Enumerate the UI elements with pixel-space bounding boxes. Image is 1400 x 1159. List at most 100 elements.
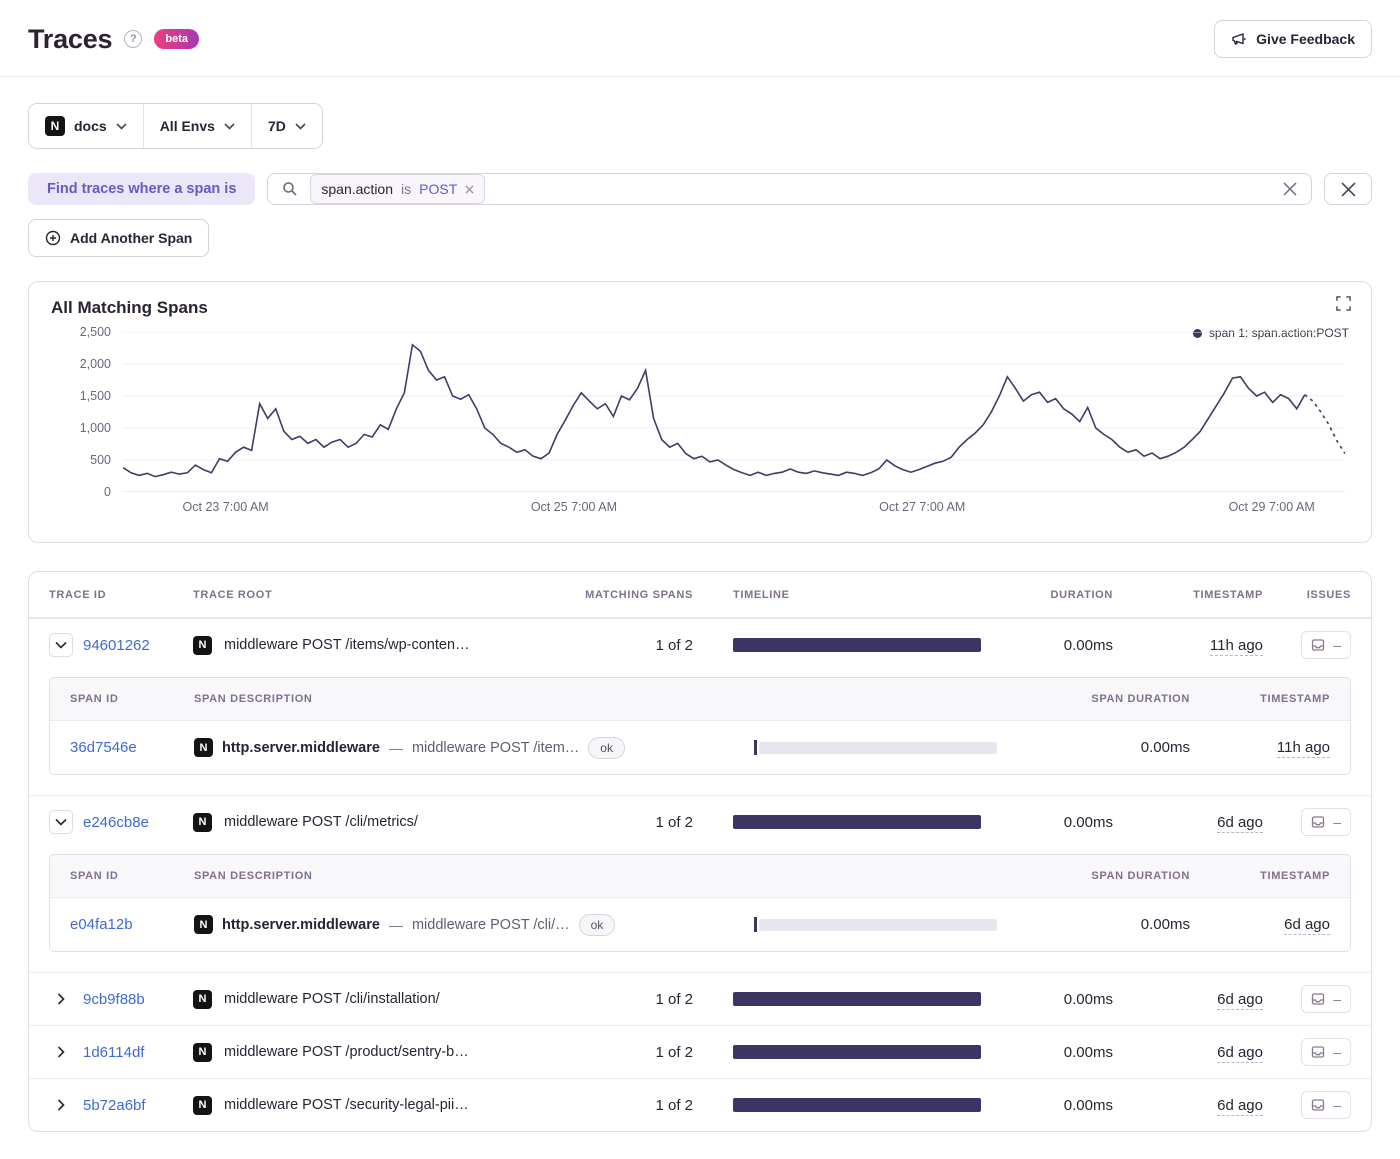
environment-selector-label: All Envs: [159, 118, 215, 134]
issues-icon: [1312, 1099, 1325, 1111]
trace-timestamp[interactable]: 6d ago: [1217, 990, 1263, 1010]
col-issues: ISSUES: [1306, 588, 1351, 601]
expand-row-chevron-icon[interactable]: [49, 987, 73, 1011]
project-nextjs-icon: N: [193, 1095, 212, 1115]
col-span-timestamp: TIMESTAMP: [1260, 693, 1330, 705]
chevron-down-icon: [295, 122, 306, 130]
col-span-id: SPAN ID: [70, 870, 119, 882]
span-description: middleware POST /cli/…: [411, 916, 570, 933]
project-nextjs-icon: N: [193, 989, 212, 1009]
span-op: http.server.middleware: [222, 916, 380, 933]
page-header: Traces ? beta Give Feedback: [0, 0, 1400, 77]
col-trace-root: TRACE ROOT: [193, 588, 273, 601]
span-status-badge: ok: [578, 913, 616, 936]
issues-icon: [1312, 639, 1325, 651]
token-remove-icon[interactable]: [465, 184, 474, 194]
span-id-link[interactable]: e04fa12b: [70, 916, 194, 933]
table-row[interactable]: 1d6114df N middleware POST /product/sent…: [29, 1025, 1371, 1078]
search-token[interactable]: span.action is POST: [310, 174, 486, 204]
collapse-row-chevron-icon[interactable]: [49, 810, 73, 834]
collapse-row-chevron-icon[interactable]: [49, 633, 73, 657]
trace-id-link[interactable]: e246cb8e: [83, 814, 149, 831]
chart-x-axis: Oct 23 7:00 AM Oct 25 7:00 AM Oct 27 7:0…: [123, 500, 1345, 524]
x-tick: Oct 25 7:00 AM: [530, 500, 617, 514]
issues-count-empty: –: [1333, 637, 1341, 653]
trace-root-label: middleware POST /cli/metrics/: [224, 814, 418, 830]
help-icon[interactable]: ?: [124, 30, 143, 48]
remove-query-row-button[interactable]: [1324, 173, 1372, 205]
clear-search-icon[interactable]: [1283, 182, 1297, 196]
megaphone-icon: [1231, 31, 1247, 47]
chart-plot-area: [123, 332, 1345, 492]
add-another-span-label: Add Another Span: [70, 230, 193, 246]
project-selector[interactable]: N docs: [29, 104, 144, 148]
matching-spans-count: 1 of 2: [655, 813, 693, 831]
col-span-timestamp: TIMESTAMP: [1260, 870, 1330, 882]
trace-duration: 0.00ms: [1063, 1096, 1113, 1114]
environment-selector[interactable]: All Envs: [143, 104, 252, 148]
chevron-down-icon: [224, 122, 235, 130]
trace-timeline-bar: [733, 1098, 982, 1112]
project-nextjs-icon: N: [194, 915, 213, 934]
fullscreen-icon[interactable]: [1336, 296, 1351, 311]
y-tick: 2,000: [79, 357, 111, 371]
trace-timestamp[interactable]: 6d ago: [1217, 813, 1263, 833]
span-op: http.server.middleware: [222, 739, 380, 756]
issues-indicator[interactable]: –: [1301, 1091, 1351, 1119]
trace-timeline-bar: [733, 1045, 982, 1059]
col-trace-id: TRACE ID: [49, 588, 107, 601]
table-row[interactable]: 94601262 N middleware POST /items/wp-con…: [29, 618, 1371, 671]
chevron-down-icon: [116, 122, 127, 130]
issues-icon: [1312, 1046, 1325, 1058]
issues-icon: [1312, 993, 1325, 1005]
chart-title: All Matching Spans: [51, 298, 208, 317]
issues-indicator[interactable]: –: [1301, 1038, 1351, 1066]
trace-timestamp[interactable]: 11h ago: [1209, 636, 1263, 656]
issues-count-empty: –: [1333, 1044, 1341, 1060]
expand-row-chevron-icon[interactable]: [49, 1040, 73, 1064]
trace-timeline-bar: [733, 815, 982, 829]
x-tick: Oct 29 7:00 AM: [1228, 500, 1315, 514]
add-another-span-button[interactable]: Add Another Span: [28, 219, 210, 257]
issues-indicator[interactable]: –: [1301, 631, 1351, 659]
col-timestamp: TIMESTAMP: [1193, 588, 1263, 601]
issues-indicator[interactable]: –: [1301, 985, 1351, 1013]
col-span-description: SPAN DESCRIPTION: [194, 693, 313, 705]
span-timeline-marker: [754, 740, 757, 755]
trace-id-link[interactable]: 94601262: [83, 637, 150, 654]
token-value: POST: [419, 181, 458, 197]
trace-duration: 0.00ms: [1063, 636, 1113, 654]
token-operator: is: [401, 181, 412, 197]
span-timeline-bar: [759, 741, 997, 754]
trace-timestamp[interactable]: 6d ago: [1217, 1096, 1263, 1116]
give-feedback-button[interactable]: Give Feedback: [1214, 20, 1372, 58]
span-search-box[interactable]: span.action is POST: [267, 173, 1312, 205]
table-row[interactable]: 9cb9f88b N middleware POST /cli/installa…: [29, 972, 1371, 1025]
span-id-link[interactable]: 36d7546e: [70, 739, 194, 756]
span-timestamp[interactable]: 6d ago: [1284, 916, 1330, 935]
trace-id-link[interactable]: 5b72a6bf: [83, 1097, 146, 1114]
project-selector-label: docs: [74, 118, 107, 134]
matching-spans-count: 1 of 2: [655, 1043, 693, 1061]
span-row[interactable]: 36d7546e N http.server.middleware — midd…: [50, 720, 1350, 774]
trace-id-link[interactable]: 9cb9f88b: [83, 991, 145, 1008]
col-span-id: SPAN ID: [70, 693, 119, 705]
col-timeline: TIMELINE: [733, 588, 790, 601]
table-row[interactable]: 5b72a6bf N middleware POST /security-leg…: [29, 1078, 1371, 1131]
y-tick: 2,500: [79, 325, 111, 339]
col-duration: DURATION: [1050, 588, 1113, 601]
trace-id-link[interactable]: 1d6114df: [83, 1044, 144, 1061]
y-tick: 500: [90, 453, 111, 467]
x-tick: Oct 27 7:00 AM: [879, 500, 966, 514]
search-input[interactable]: [497, 180, 1271, 198]
span-duration: 0.00ms: [1140, 739, 1190, 756]
issues-indicator[interactable]: –: [1301, 808, 1351, 836]
issues-count-empty: –: [1333, 991, 1341, 1007]
expand-row-chevron-icon[interactable]: [49, 1093, 73, 1117]
table-row[interactable]: e246cb8e N middleware POST /cli/metrics/…: [29, 795, 1371, 848]
span-row[interactable]: e04fa12b N http.server.middleware — midd…: [50, 897, 1350, 951]
col-span-description: SPAN DESCRIPTION: [194, 870, 313, 882]
date-range-selector[interactable]: 7D: [251, 104, 322, 148]
trace-timestamp[interactable]: 6d ago: [1217, 1043, 1263, 1063]
span-timestamp[interactable]: 11h ago: [1276, 739, 1330, 758]
